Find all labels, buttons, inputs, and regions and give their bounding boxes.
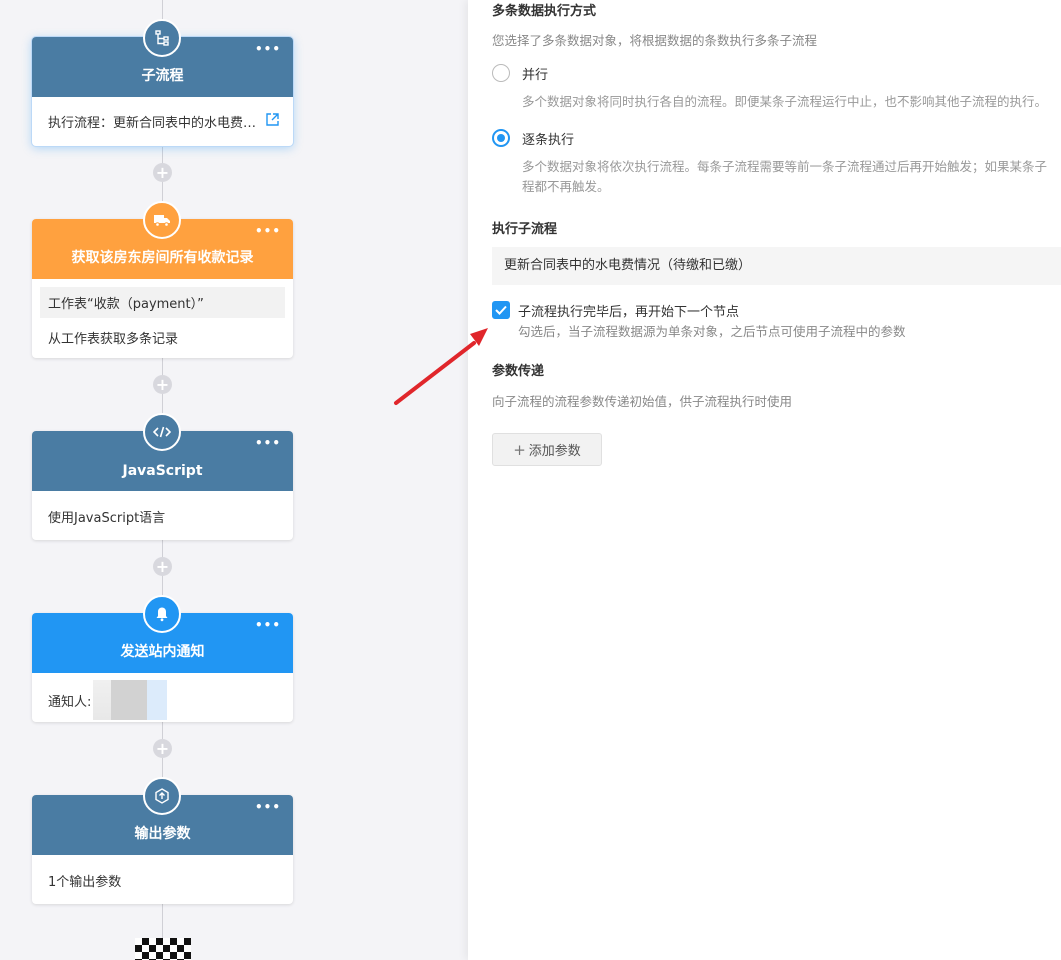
more-options-icon[interactable]: ••• <box>255 801 281 813</box>
add-node-button[interactable]: + <box>153 557 172 576</box>
wait-subflow-checkbox[interactable] <box>492 301 510 319</box>
fetch-records-node-title: 获取该房东房间所有收款记录 <box>71 250 254 266</box>
code-icon <box>143 413 181 451</box>
javascript-node-summary: 使用JavaScript语言 <box>48 511 166 526</box>
subflow-selector[interactable]: 更新合同表中的水电费情况（待缴和已缴） <box>492 247 1061 285</box>
add-param-label: 添加参数 <box>528 444 581 459</box>
subflow-node-title: 子流程 <box>141 68 184 84</box>
subflow-settings-panel: 多条数据执行方式 您选择了多条数据对象，将根据数据的条数执行多条子流程 并行 多… <box>468 0 1061 960</box>
subflow-node-summary: 执行流程：更新合同表中的水电费… <box>48 116 257 131</box>
output-params-node-body: 1个输出参数 <box>32 855 293 900</box>
params-hint: 向子流程的流程参数传递初始值，供子流程执行时使用 <box>492 394 793 409</box>
parallel-label[interactable]: 并行 <box>522 64 548 83</box>
wait-subflow-label[interactable]: 子流程执行完毕后，再开始下一个节点 <box>518 301 739 320</box>
javascript-node-body: 使用JavaScript语言 <box>32 491 293 536</box>
parallel-description: 多个数据对象将同时执行各自的流程。即便某条子流程运行中止，也不影响其他子流程的执… <box>522 94 1048 109</box>
add-node-button[interactable]: + <box>153 739 172 758</box>
sequential-description-line1: 多个数据对象将依次执行流程。每条子流程需要等前一条子流程通过后再开始触发；如果某… <box>522 159 1048 174</box>
more-options-icon[interactable]: ••• <box>255 619 281 631</box>
recipients-label: 通知人: <box>48 694 92 710</box>
javascript-node-title: JavaScript <box>122 463 203 479</box>
more-options-icon[interactable]: ••• <box>255 43 281 55</box>
plus-icon: + <box>513 440 526 459</box>
multi-mode-title: 多条数据执行方式 <box>492 4 597 19</box>
end-flag-icon <box>135 938 191 960</box>
sequential-description-line2: 程都不再触发。 <box>522 179 610 194</box>
workflow-canvas: + + + + ••• 子流程 执行流程：更新合同表中的水电费… ••• 获取该… <box>0 0 468 960</box>
connector-line <box>162 0 163 20</box>
add-param-button[interactable]: + 添加参数 <box>492 433 602 466</box>
sequential-label[interactable]: 逐条执行 <box>522 129 574 148</box>
params-section-title: 参数传递 <box>492 364 545 379</box>
fetch-records-node-body: 工作表“收款（payment）” 从工作表获取多条记录 <box>32 279 293 357</box>
output-params-node-title: 输出参数 <box>134 826 191 842</box>
subflow-section-title: 执行子流程 <box>492 222 558 237</box>
export-icon <box>143 777 181 815</box>
wait-subflow-hint: 勾选后，当子流程数据源为单条对象，之后节点可使用子流程中的参数 <box>518 324 906 339</box>
fetch-records-summary: 从工作表获取多条记录 <box>48 332 179 347</box>
external-link-icon[interactable] <box>266 113 279 130</box>
fetch-records-node-card[interactable]: ••• 获取该房东房间所有收款记录 工作表“收款（payment）” 从工作表获… <box>32 219 293 358</box>
subflow-node-body: 执行流程：更新合同表中的水电费… <box>32 97 293 141</box>
worksheet-source: 工作表“收款（payment）” <box>40 287 285 318</box>
sequential-radio[interactable] <box>492 129 510 147</box>
check-icon <box>495 305 507 315</box>
subflow-branch-icon <box>143 19 181 57</box>
output-params-summary: 1个输出参数 <box>48 875 122 890</box>
parallel-radio[interactable] <box>492 64 510 82</box>
more-options-icon[interactable]: ••• <box>255 437 281 449</box>
more-options-icon[interactable]: ••• <box>255 225 281 237</box>
notification-node-title: 发送站内通知 <box>120 644 205 660</box>
notification-node-body: 通知人: <box>32 673 293 720</box>
blurred-recipient <box>93 680 168 720</box>
add-node-button[interactable]: + <box>153 163 172 182</box>
bell-icon <box>143 595 181 633</box>
truck-icon <box>143 201 181 239</box>
connector-line <box>162 904 163 940</box>
add-node-button[interactable]: + <box>153 375 172 394</box>
multi-mode-hint: 您选择了多条数据对象，将根据数据的条数执行多条子流程 <box>492 33 818 48</box>
